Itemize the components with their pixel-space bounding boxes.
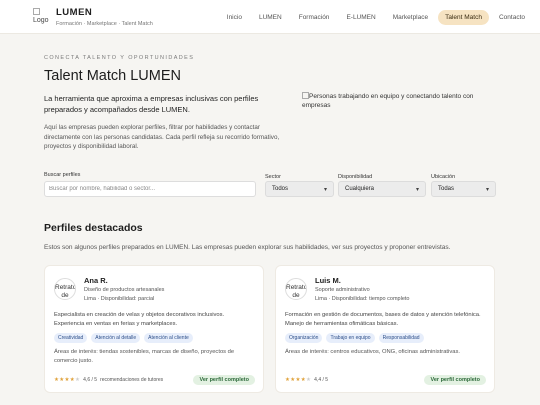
profile-card[interactable]: Retrato de Ana Ana R. Diseño de producto… xyxy=(44,265,264,393)
skill-tag: Trabajo en equipo xyxy=(326,333,375,343)
rating-source: recomendaciones de tutores xyxy=(100,377,164,383)
availability-select-value: Cualquiera xyxy=(345,186,375,192)
hero-image: Personas trabajando en equipo y conectan… xyxy=(302,92,502,110)
skill-tag: Atención al cliente xyxy=(144,333,193,343)
chevron-down-icon: ▾ xyxy=(485,186,489,193)
profile-interests: Áreas de interés: tiendas sostenibles, m… xyxy=(54,349,235,364)
profile-role: Soporte administrativo xyxy=(315,287,370,293)
profile-description: Especialista en creación de velas y obje… xyxy=(54,312,225,327)
nav-item-e-lumen[interactable]: E-LUMEN xyxy=(339,10,382,25)
page-title: Talent Match LUMEN xyxy=(44,68,181,84)
sector-select[interactable]: Todos ▾ xyxy=(265,181,334,197)
hero-description: Aquí las empresas pueden explorar perfil… xyxy=(44,124,280,150)
section-title: Perfiles destacados xyxy=(44,222,143,234)
nav-item-formacion[interactable]: Formación xyxy=(292,10,337,25)
rating-value: 4,6 / 5 xyxy=(83,377,98,383)
profile-description: Formación en gestión de documentos, base… xyxy=(285,312,481,327)
view-profile-button[interactable]: Ver perfil completo xyxy=(193,375,255,385)
location-label: Ubicación xyxy=(431,174,456,180)
sector-label: Sector xyxy=(265,174,281,180)
avatar: Retrato de Ana xyxy=(54,278,76,300)
main-nav: Inicio LUMEN Formación E-LUMEN Marketpla… xyxy=(220,10,532,25)
nav-item-talent-match[interactable]: Talent Match xyxy=(438,10,489,25)
avatar: Retrato de Luis xyxy=(285,278,307,300)
nav-item-marketplace[interactable]: Marketplace xyxy=(386,10,435,25)
logo-alt-text: Logo xyxy=(33,17,49,24)
star-rating-icon: ★★★★★ xyxy=(285,377,312,383)
nav-item-contacto[interactable]: Contacto xyxy=(492,10,532,25)
star-rating-icon: ★★★★★ xyxy=(54,377,81,383)
brand-tagline: Formación · Marketplace · Talent Match xyxy=(56,21,153,27)
nav-item-inicio[interactable]: Inicio xyxy=(220,10,249,25)
view-profile-button[interactable]: Ver perfil completo xyxy=(424,375,486,385)
location-select[interactable]: Todas ▾ xyxy=(431,181,496,197)
skill-tags: Creatividad Atención al detalle Atención… xyxy=(54,333,193,343)
availability-label: Disponibilidad xyxy=(338,174,373,180)
broken-image-icon xyxy=(33,8,40,15)
nav-item-lumen[interactable]: LUMEN xyxy=(252,10,289,25)
profile-name: Ana R. xyxy=(84,276,108,285)
section-description: Estos son algunos perfiles preparados en… xyxy=(44,244,451,251)
brand-block: LUMEN Formación · Marketplace · Talent M… xyxy=(56,7,153,27)
rating-row: ★★★★★ 4,6 / 5 recomendaciones de tutores xyxy=(54,377,163,383)
search-label: Buscar perfiles xyxy=(44,172,81,178)
profile-role: Diseño de productos artesanales xyxy=(84,287,165,293)
skill-tag: Organización xyxy=(285,333,323,343)
chevron-down-icon: ▾ xyxy=(415,186,419,193)
location-select-value: Todas xyxy=(438,186,455,192)
profile-meta: Lima · Disponibilidad: parcial xyxy=(84,296,155,302)
search-input[interactable] xyxy=(44,181,256,197)
profile-interests: Áreas de interés: centros educativos, ON… xyxy=(285,349,460,355)
logo-image[interactable]: Logo xyxy=(33,8,51,25)
rating-row: ★★★★★ 4,4 / 5 xyxy=(285,377,328,383)
profile-meta: Lima · Disponibilidad: tiempo completo xyxy=(315,296,410,302)
rating-value: 4,4 / 5 xyxy=(314,377,329,383)
hero-lead: La herramienta que aproxima a empresas i… xyxy=(44,94,259,114)
chevron-down-icon: ▾ xyxy=(323,186,327,193)
skill-tag: Creatividad xyxy=(54,333,88,343)
availability-select[interactable]: Cualquiera ▾ xyxy=(338,181,426,197)
skill-tag: Atención al detalle xyxy=(91,333,141,343)
top-navigation-bar: Logo LUMEN Formación · Marketplace · Tal… xyxy=(0,0,540,34)
profile-name: Luis M. xyxy=(315,276,341,285)
broken-image-icon xyxy=(302,92,309,99)
skill-tag: Responsabilidad xyxy=(378,333,424,343)
skill-tags: Organización Trabajo en equipo Responsab… xyxy=(285,333,424,343)
hero-eyebrow: CONECTA TALENTO Y OPORTUNIDADES xyxy=(44,55,195,61)
sector-select-value: Todos xyxy=(272,186,289,192)
profile-card[interactable]: Retrato de Luis Luis M. Soporte administ… xyxy=(275,265,495,393)
hero-image-alt: Personas trabajando en equipo y conectan… xyxy=(302,93,474,109)
brand-name: LUMEN xyxy=(56,7,93,18)
